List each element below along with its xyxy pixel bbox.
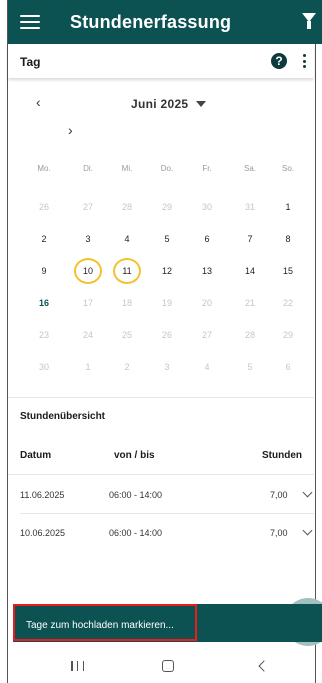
calendar-day: 3 [164, 362, 170, 372]
calendar-day: 27 [82, 202, 93, 212]
overview-title: Stundenübersicht [20, 411, 106, 422]
weekday-label: So. [281, 164, 294, 173]
divider [8, 397, 314, 398]
calendar-day: 29 [161, 202, 172, 212]
calendar-day[interactable]: 6 [195, 231, 219, 247]
frame-edge-right [315, 0, 316, 683]
calendar-day: 24 [82, 330, 93, 340]
weekday-label: Sa. [243, 164, 256, 173]
app-header: Stundenerfassung [8, 0, 322, 44]
next-month-button[interactable]: › [68, 122, 73, 138]
snackbar-message[interactable]: Tage zum hochladen markieren... [26, 620, 174, 631]
calendar-day: 22 [282, 298, 293, 308]
row-range: 06:00 - 14:00 [109, 528, 163, 538]
weekday-label: Di. [83, 164, 93, 173]
calendar-day[interactable]: 15 [276, 263, 300, 279]
calendar-day: 30 [201, 202, 212, 212]
calendar-day: 28 [121, 202, 132, 212]
view-title: Tag [20, 55, 41, 69]
frame-edge-left [7, 0, 8, 683]
calendar-day-selected[interactable]: 10 [74, 258, 102, 284]
chevron-down-icon[interactable] [302, 487, 313, 498]
calendar-day[interactable]: 1 [276, 199, 300, 215]
app-screen: Stundenerfassung Tag ? ‹ Juni 2025 › Mo.… [0, 0, 322, 683]
calendar-day: 2 [124, 362, 130, 372]
weekday-label: Fr. [202, 164, 212, 173]
calendar-day[interactable]: 5 [155, 231, 179, 247]
prev-month-button[interactable]: ‹ [36, 94, 41, 110]
calendar-day: 26 [38, 202, 49, 212]
calendar-day: 31 [244, 202, 255, 212]
calendar-day[interactable]: 9 [32, 263, 56, 279]
calendar-day[interactable]: 14 [238, 263, 262, 279]
snackbar: Tage zum hochladen markieren... [13, 604, 322, 642]
calendar-day: 17 [82, 298, 93, 308]
weekday-label: Mi. [121, 164, 133, 173]
calendar-day[interactable]: 2 [32, 231, 56, 247]
calendar-day[interactable]: 7 [238, 231, 262, 247]
calendar-day: 1 [85, 362, 91, 372]
calendar-day: 28 [244, 330, 255, 340]
divider [20, 513, 314, 514]
calendar-day[interactable]: 3 [76, 231, 100, 247]
menu-icon[interactable] [20, 15, 40, 29]
row-date: 11.06.2025 [20, 490, 65, 500]
back-icon[interactable] [258, 660, 270, 672]
more-vert-icon[interactable] [303, 54, 306, 68]
column-header-range: von / bis [114, 450, 155, 461]
calendar-day-today[interactable]: 16 [32, 295, 56, 311]
calendar-day: 25 [121, 330, 132, 340]
calendar-day-selected[interactable]: 11 [113, 258, 141, 284]
home-icon[interactable] [162, 660, 174, 672]
row-date: 10.06.2025 [20, 528, 66, 538]
calendar-day[interactable]: 13 [195, 263, 219, 279]
recents-icon[interactable] [71, 661, 84, 671]
calendar-day: 21 [244, 298, 255, 308]
divider [8, 474, 314, 475]
chevron-down-icon[interactable] [302, 525, 313, 536]
calendar-day[interactable]: 12 [155, 263, 179, 279]
row-range: 06:00 - 14:00 [109, 490, 163, 500]
system-nav-bar [8, 648, 314, 683]
calendar-day: 19 [161, 298, 172, 308]
help-icon[interactable]: ? [271, 53, 287, 69]
calendar-day: 30 [38, 362, 49, 372]
weekday-label: Do. [160, 164, 174, 173]
calendar-day[interactable]: 4 [115, 231, 139, 247]
row-hours: 7,00 [270, 490, 288, 500]
row-hours: 7,00 [270, 528, 288, 538]
calendar-day: 29 [282, 330, 293, 340]
calendar-day: 6 [285, 362, 291, 372]
calendar-day: 4 [204, 362, 210, 372]
calendar-day: 27 [201, 330, 212, 340]
calendar-day: 5 [247, 362, 253, 372]
column-header-hours: Stunden [262, 450, 302, 461]
filter-icon[interactable] [302, 13, 316, 29]
calendar-day[interactable]: 8 [276, 231, 300, 247]
calendar-day: 26 [161, 330, 172, 340]
app-title: Stundenerfassung [70, 11, 232, 32]
calendar-day: 23 [38, 330, 49, 340]
column-header-date: Datum [20, 450, 52, 461]
weekday-label: Mo. [37, 164, 51, 173]
calendar-day: 18 [121, 298, 132, 308]
view-toolbar: Tag ? [8, 44, 314, 78]
caret-down-icon[interactable] [196, 101, 206, 107]
month-label[interactable]: Juni 2025 [131, 97, 188, 111]
calendar-day: 20 [201, 298, 212, 308]
